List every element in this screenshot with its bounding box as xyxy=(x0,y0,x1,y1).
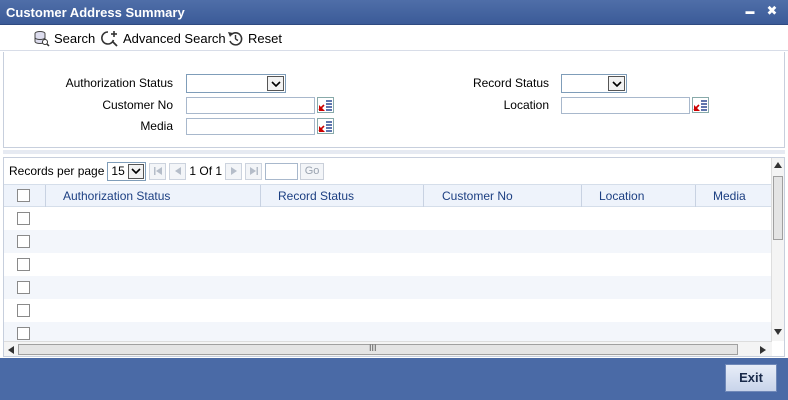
row-checkbox[interactable] xyxy=(17,327,30,340)
previous-page-button[interactable] xyxy=(169,162,187,180)
horizontal-scroll-thumb[interactable]: III xyxy=(18,343,738,355)
scroll-left-icon[interactable] xyxy=(8,346,14,354)
exit-button[interactable]: Exit xyxy=(725,364,777,392)
column-header-authorization-status[interactable]: Authorization Status xyxy=(59,185,261,207)
table-row[interactable] xyxy=(4,322,772,341)
record-status-select[interactable] xyxy=(561,74,627,93)
scroll-grip: III xyxy=(369,343,377,353)
lov-icon xyxy=(318,100,332,111)
next-page-icon xyxy=(230,167,237,175)
column-header-location[interactable]: Location xyxy=(595,185,696,207)
minimize-button[interactable]: ▬ xyxy=(742,3,758,19)
authorization-status-label: Authorization Status xyxy=(65,76,173,90)
record-status-label: Record Status xyxy=(472,76,549,90)
table-row[interactable] xyxy=(4,207,772,230)
location-label: Location xyxy=(503,98,549,112)
column-header-media[interactable]: Media xyxy=(709,185,772,207)
lov-icon xyxy=(318,121,332,132)
reset-label: Reset xyxy=(248,30,282,46)
advanced-search-button[interactable]: Advanced Search xyxy=(101,29,226,47)
row-checkbox[interactable] xyxy=(17,235,30,248)
toolbar: Search Advanced Search Reset xyxy=(0,25,788,51)
media-label: Media xyxy=(140,119,173,133)
next-page-button[interactable] xyxy=(225,162,243,180)
customer-no-label: Customer No xyxy=(102,98,173,112)
scroll-up-icon[interactable] xyxy=(774,162,782,168)
location-input[interactable] xyxy=(561,97,690,114)
prev-page-icon xyxy=(174,167,181,175)
records-per-page-value: 15 xyxy=(111,163,125,178)
chevron-down-icon xyxy=(128,163,145,179)
reset-button[interactable]: Reset xyxy=(227,29,282,47)
column-header-customer-no[interactable]: Customer No xyxy=(438,185,582,207)
page-info: 1 Of 1 xyxy=(189,164,223,178)
customer-no-input[interactable] xyxy=(186,97,315,114)
footer-bar: Exit xyxy=(0,358,788,400)
scroll-down-icon[interactable] xyxy=(774,329,782,335)
last-page-button[interactable] xyxy=(245,162,263,180)
results-grid: Records per page 15 1 Of 1 Go Authorizat… xyxy=(3,157,785,357)
search-label: Search xyxy=(54,30,96,46)
select-all-cell xyxy=(4,185,46,207)
close-button[interactable]: ✖ xyxy=(764,3,780,19)
search-icon xyxy=(34,30,50,47)
chevron-down-icon xyxy=(267,76,284,91)
table-row[interactable] xyxy=(4,276,772,299)
vertical-scrollbar[interactable] xyxy=(771,158,784,341)
vertical-scroll-thumb[interactable] xyxy=(773,176,783,240)
search-button[interactable]: Search xyxy=(33,29,95,47)
page-number-input[interactable] xyxy=(265,162,299,180)
customer-no-lov-button[interactable] xyxy=(317,97,334,113)
first-page-icon xyxy=(153,167,162,175)
title-bar: Customer Address Summary ▬ ✖ xyxy=(0,0,788,25)
window-title: Customer Address Summary xyxy=(6,5,185,20)
advanced-search-label: Advanced Search xyxy=(123,30,226,46)
pager: Records per page 15 1 Of 1 Go xyxy=(4,158,694,184)
row-checkbox[interactable] xyxy=(17,258,30,271)
advanced-search-icon xyxy=(101,30,118,47)
section-divider xyxy=(3,150,785,154)
table-row[interactable] xyxy=(4,253,772,276)
first-page-button[interactable] xyxy=(149,162,167,180)
row-checkbox[interactable] xyxy=(17,212,30,225)
row-checkbox[interactable] xyxy=(17,281,30,294)
records-per-page-select[interactable]: 15 xyxy=(107,161,147,181)
scroll-right-icon[interactable] xyxy=(760,346,766,354)
last-page-icon xyxy=(249,167,258,175)
table-header: Authorization Status Record Status Custo… xyxy=(4,184,772,207)
row-checkbox[interactable] xyxy=(17,304,30,317)
media-lov-button[interactable] xyxy=(317,118,334,134)
table-row[interactable] xyxy=(4,299,772,322)
authorization-status-select[interactable] xyxy=(186,74,286,93)
lov-icon xyxy=(693,100,707,111)
table-row[interactable] xyxy=(4,230,772,253)
column-header-record-status[interactable]: Record Status xyxy=(274,185,424,207)
search-criteria-panel: Authorization Status Customer No Media R… xyxy=(3,52,785,148)
go-button[interactable]: Go xyxy=(300,162,325,180)
reset-icon xyxy=(228,31,243,46)
location-lov-button[interactable] xyxy=(692,97,709,113)
chevron-down-icon xyxy=(608,76,625,91)
select-all-checkbox[interactable] xyxy=(17,189,30,202)
media-input[interactable] xyxy=(186,118,315,135)
records-per-page-label: Records per page xyxy=(9,164,105,178)
horizontal-scrollbar[interactable]: III xyxy=(4,341,772,356)
